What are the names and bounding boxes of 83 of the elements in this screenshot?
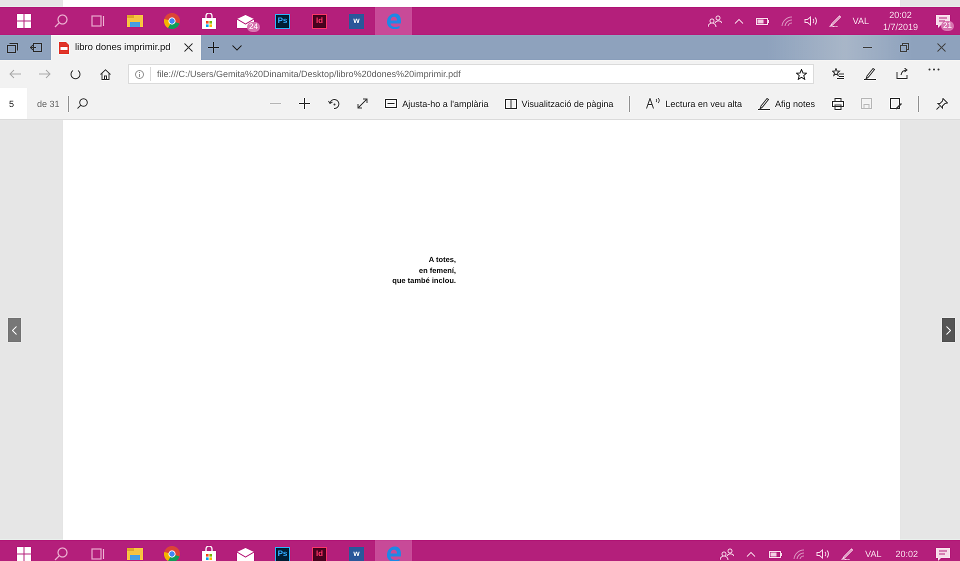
chevron-right-icon (946, 326, 951, 334)
wifi-icon[interactable] (793, 549, 806, 559)
save-as-icon[interactable] (890, 98, 902, 110)
task-view-icon[interactable] (90, 547, 104, 561)
restore-icon[interactable] (900, 43, 909, 52)
clock[interactable]: 20:02 1/7/2019 (874, 9, 926, 33)
shopping-bag-icon[interactable] (200, 13, 216, 29)
windows-icon[interactable] (16, 547, 30, 561)
taskbar-button[interactable]: Id (301, 7, 338, 35)
info-icon (135, 70, 144, 78)
clock-time: 20:02 (895, 548, 918, 560)
caret-up-icon[interactable] (734, 18, 744, 24)
people-icon[interactable] (720, 548, 734, 560)
taskbar-button[interactable]: Id (301, 540, 338, 561)
photoshop-icon[interactable]: Ps (275, 546, 290, 561)
previous-page-button[interactable] (8, 318, 21, 342)
more-icon[interactable] (928, 68, 940, 71)
read-aloud-icon (646, 98, 660, 109)
indesign-icon[interactable]: Id (312, 14, 327, 28)
taskbar-button[interactable]: Ps (264, 540, 301, 561)
favorite-star-icon[interactable] (796, 68, 807, 80)
task-view-icon[interactable] (90, 14, 104, 28)
pen-icon (758, 98, 770, 110)
windows-icon[interactable] (16, 14, 30, 28)
zoom-in-icon[interactable] (299, 98, 310, 109)
notification-count: 21 (941, 20, 954, 30)
refresh-icon[interactable] (70, 68, 80, 80)
photoshop-icon[interactable]: Ps (275, 14, 290, 28)
people-icon[interactable] (708, 15, 722, 27)
close-icon[interactable] (184, 43, 193, 52)
clock-time: 20:02 (889, 9, 912, 21)
caret-up-icon[interactable] (746, 551, 756, 557)
chrome-icon[interactable] (164, 13, 180, 29)
taskbar-button[interactable]: Ps (264, 7, 301, 35)
rotate-icon[interactable] (328, 98, 340, 110)
language-indicator[interactable]: VAL (859, 549, 888, 559)
notification-icon[interactable] (936, 548, 950, 560)
toolbar-button[interactable]: Afig notes (750, 98, 823, 110)
chrome-icon[interactable] (164, 546, 180, 561)
clock[interactable]: 20:02 (887, 548, 926, 560)
print-icon[interactable] (832, 98, 844, 110)
toolbar-button[interactable]: Visualització de pàgina (496, 98, 622, 108)
search-icon[interactable] (76, 98, 88, 109)
shopping-bag-icon[interactable] (200, 546, 216, 561)
word-icon[interactable]: w (349, 14, 364, 28)
next-page-button[interactable] (942, 318, 955, 342)
fit-width-icon (385, 99, 398, 108)
battery-icon[interactable] (768, 550, 782, 558)
pen-icon[interactable] (864, 68, 876, 80)
taskbar-button[interactable]: w (338, 7, 375, 35)
envelope-icon[interactable] (237, 548, 254, 560)
pdf-file-icon (59, 42, 69, 54)
tab-restore-icon[interactable] (30, 43, 42, 52)
home-icon[interactable] (100, 68, 110, 80)
chevron-down-icon[interactable] (232, 44, 242, 50)
tab-title: libro dones imprimir.pd (75, 42, 172, 53)
page-number-field[interactable]: 5 (0, 88, 27, 119)
chevron-left-icon (12, 326, 17, 334)
browser-tab[interactable]: libro dones imprimir.pd (51, 35, 201, 60)
notification-badge: 24 (247, 22, 260, 32)
pin-icon[interactable] (936, 98, 948, 110)
page-count: de 31 (37, 98, 60, 108)
language-indicator[interactable]: VAL (846, 16, 875, 26)
volume-icon[interactable] (804, 16, 818, 26)
taskbar-button[interactable]: w (338, 540, 375, 561)
battery-icon[interactable] (756, 18, 770, 24)
favorites-list-icon[interactable] (832, 68, 844, 79)
toolbar-button[interactable]: Lectura en veu alta (638, 98, 750, 109)
word-icon[interactable]: w (349, 546, 364, 561)
folder-icon[interactable] (126, 547, 142, 561)
folder-icon[interactable] (126, 14, 142, 28)
tabs-aside-icon[interactable] (6, 42, 18, 52)
address-bar[interactable]: file:///C:/Users/Gemita%20Dinamita/Desktop/libro%20dones%20imprimir.pdf (128, 64, 814, 84)
share-icon[interactable] (896, 68, 908, 79)
expand-arrows-icon[interactable] (357, 98, 368, 109)
wifi-icon[interactable] (780, 16, 793, 26)
indesign-icon[interactable]: Id (312, 546, 327, 561)
toolbar-button[interactable]: Ajusta-ho a l'amplària (377, 98, 496, 108)
page-view-icon (504, 98, 516, 108)
clock-date: 1/7/2019 (882, 21, 918, 33)
plus-icon[interactable] (208, 42, 218, 53)
url-text: file:///C:/Users/Gemita%20Dinamita/Desktop/libro%20dones%20imprimir.pdf (157, 69, 462, 79)
volume-icon[interactable] (816, 549, 830, 559)
